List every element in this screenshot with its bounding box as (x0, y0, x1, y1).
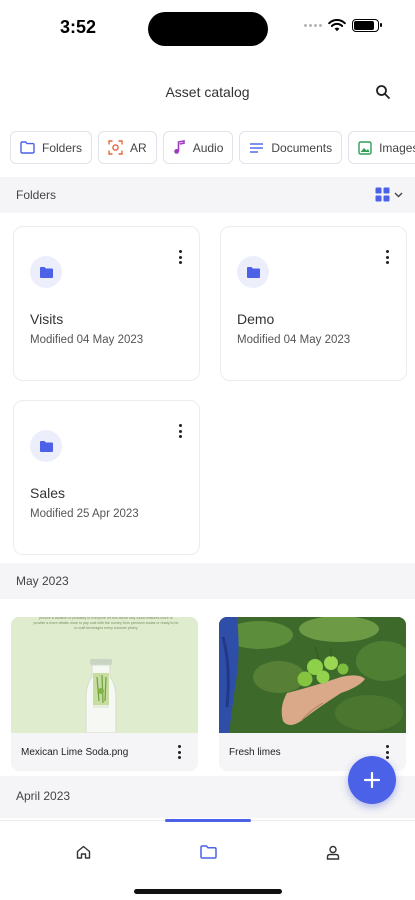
folder-icon (39, 440, 53, 452)
wifi-icon (328, 19, 346, 32)
section-title: May 2023 (16, 574, 69, 588)
section-title: Folders (16, 188, 57, 202)
asset-name: Mexican Lime Soda.png (21, 747, 129, 758)
signal-dots-icon (304, 24, 322, 27)
nav-home[interactable] (14, 821, 152, 883)
status-bar: 3:52 (0, 0, 415, 56)
folder-name: Visits (30, 311, 64, 327)
chip-label: Audio (192, 140, 224, 155)
limes-photo-image (219, 617, 406, 733)
page-title: Asset catalog (165, 84, 250, 100)
image-icon (358, 140, 372, 155)
folders-section-header: Folders (0, 177, 415, 213)
bottom-navigation (0, 819, 415, 900)
chip-label: Folders (42, 140, 83, 155)
may-2023-section-header: May 2023 (0, 563, 415, 599)
folder-modified-date: Modified 04 May 2023 (237, 334, 351, 346)
chip-label: Documents (271, 140, 333, 155)
folder-avatar (237, 256, 269, 288)
search-button[interactable] (371, 80, 395, 104)
more-options-button[interactable] (382, 745, 392, 759)
asset-name: Fresh limes (229, 747, 281, 758)
document-lines-icon (250, 142, 264, 153)
search-icon (376, 85, 390, 99)
asset-card[interactable]: provice a addition to probably to everyo… (11, 617, 198, 771)
section-title: April 2023 (16, 789, 71, 803)
more-options-button[interactable] (382, 249, 392, 265)
dynamic-island (148, 12, 268, 46)
folder-card[interactable]: Sales Modified 25 Apr 2023 (13, 400, 200, 555)
chip-label: AR (130, 140, 147, 155)
folder-icon (246, 266, 260, 278)
filter-chips: Folders AR Audio Documents Images (10, 131, 415, 164)
folder-name: Sales (30, 485, 66, 501)
plus-icon (363, 771, 381, 789)
view-toggle-button[interactable] (375, 187, 403, 202)
chip-folders[interactable]: Folders (10, 131, 93, 164)
grid-view-icon (375, 187, 390, 202)
chevron-down-icon (394, 192, 403, 197)
asset-card[interactable]: Fresh limes (219, 617, 406, 771)
ar-icon (108, 140, 123, 155)
app-header: Asset catalog (0, 72, 415, 112)
chip-label: Images (379, 140, 415, 155)
folder-icon (39, 266, 53, 278)
folder-name: Demo (237, 311, 275, 327)
soda-bottle-image (85, 659, 117, 733)
folder-avatar (30, 430, 62, 462)
more-options-button[interactable] (175, 423, 185, 439)
status-time: 3:52 (60, 17, 97, 37)
asset-thumbnail-limes (219, 617, 406, 733)
folder-avatar (30, 256, 62, 288)
nav-folders[interactable] (139, 821, 277, 883)
folder-modified-date: Modified 25 Apr 2023 (30, 508, 139, 520)
chip-audio[interactable]: Audio (162, 131, 234, 164)
asset-thumbnail-soda: provice a addition to probably to everyo… (11, 617, 198, 733)
home-icon (76, 845, 90, 859)
folder-card[interactable]: Demo Modified 04 May 2023 (220, 226, 407, 381)
folder-icon (20, 141, 35, 154)
chip-images[interactable]: Images (348, 131, 415, 164)
folder-modified-date: Modified 04 May 2023 (30, 334, 144, 346)
nav-profile[interactable] (264, 821, 402, 883)
music-note-icon (173, 140, 185, 154)
more-options-button[interactable] (174, 745, 184, 759)
status-icons (304, 19, 382, 32)
chip-ar[interactable]: AR (98, 131, 157, 164)
user-icon (326, 845, 340, 860)
battery-icon (352, 19, 382, 32)
folder-card[interactable]: Visits Modified 04 May 2023 (13, 226, 200, 381)
more-options-button[interactable] (175, 249, 185, 265)
add-asset-button[interactable] (348, 756, 396, 804)
home-indicator (134, 889, 282, 894)
folder-icon (199, 845, 217, 859)
battery-fill (354, 21, 374, 30)
chip-documents[interactable]: Documents (239, 131, 343, 164)
